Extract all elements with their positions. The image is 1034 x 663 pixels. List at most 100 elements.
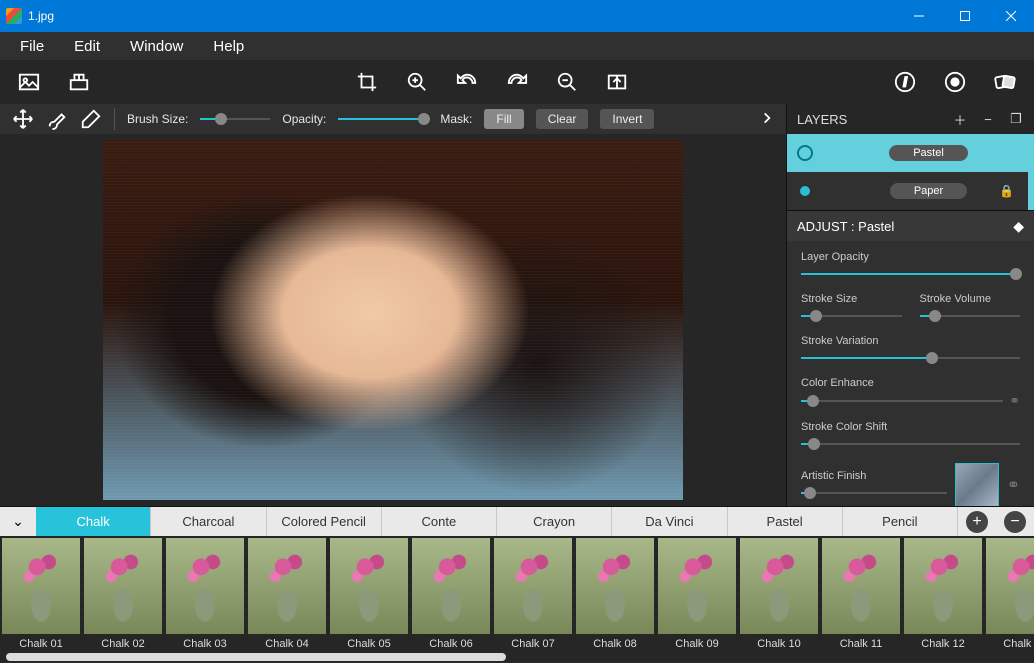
preset-item[interactable]: Chalk 02 xyxy=(82,536,164,662)
layer-stack: Pastel Paper 🔒 xyxy=(787,134,1034,211)
preset-label: Chalk 06 xyxy=(429,638,472,650)
info-icon[interactable]: i xyxy=(894,71,916,93)
preset-thumbnail xyxy=(248,538,326,634)
mask-invert-button[interactable]: Invert xyxy=(600,109,654,129)
menu-window[interactable]: Window xyxy=(118,35,195,58)
layer-opacity-slider[interactable] xyxy=(801,267,1020,281)
color-enhance-label: Color Enhance xyxy=(801,377,874,389)
stroke-volume-slider[interactable] xyxy=(920,309,1021,323)
brush-toolbar: Brush Size: Opacity: Mask: Fill Clear In… xyxy=(0,104,786,134)
save-icon[interactable] xyxy=(68,71,90,93)
preset-scrollbar[interactable] xyxy=(6,653,506,661)
zoom-in-presets-button[interactable]: + xyxy=(966,511,988,533)
layer-opacity-label: Layer Opacity xyxy=(801,251,869,263)
layer-row[interactable]: Paper 🔒 xyxy=(787,172,1034,210)
preset-item[interactable]: Chalk 03 xyxy=(164,536,246,662)
preset-tab[interactable]: Pencil xyxy=(843,507,958,536)
dice-icon[interactable] xyxy=(994,71,1016,93)
preset-item[interactable]: Chalk 01 xyxy=(0,536,82,662)
remove-layer-icon[interactable]: − xyxy=(980,112,996,127)
preset-label: Chalk 12 xyxy=(921,638,964,650)
opacity-label: Opacity: xyxy=(282,112,326,126)
preset-item[interactable]: Chalk 07 xyxy=(492,536,574,662)
preset-thumbnail xyxy=(84,538,162,634)
eraser-icon[interactable] xyxy=(80,108,102,130)
artistic-finish-slider[interactable] xyxy=(801,486,947,500)
layer-row[interactable]: Pastel xyxy=(787,134,1034,172)
preset-label: Chalk 01 xyxy=(19,638,62,650)
zoom-out-icon[interactable] xyxy=(556,71,578,93)
preset-item[interactable]: Chalk 12 xyxy=(902,536,984,662)
redo-icon[interactable] xyxy=(506,71,528,93)
preset-label: Chalk 13 xyxy=(1003,638,1034,650)
preset-strip[interactable]: Chalk 01 Chalk 02 Chalk 03Chalk 04Chalk 05… xyxy=(0,536,1034,662)
preset-tab[interactable]: Pastel xyxy=(728,507,843,536)
close-button[interactable] xyxy=(988,0,1034,32)
maximize-button[interactable] xyxy=(942,0,988,32)
preset-thumbnail xyxy=(494,538,572,634)
preset-label: Chalk 07 xyxy=(511,638,554,650)
brushsize-slider[interactable] xyxy=(200,112,270,126)
svg-text:i: i xyxy=(903,75,907,90)
crop-icon[interactable] xyxy=(356,71,378,93)
menu-edit[interactable]: Edit xyxy=(62,35,112,58)
adjust-header: ADJUST : Pastel ◆ xyxy=(787,211,1034,241)
preset-tab[interactable]: Charcoal xyxy=(151,507,266,536)
move-icon[interactable] xyxy=(12,108,34,130)
preset-item[interactable]: Chalk 05 xyxy=(328,536,410,662)
undo-icon[interactable] xyxy=(456,71,478,93)
adjust-title: ADJUST : Pastel xyxy=(797,219,894,234)
expand-panel-icon[interactable] xyxy=(760,111,774,128)
zoom-in-icon[interactable] xyxy=(406,71,428,93)
preset-tab[interactable]: Conte xyxy=(382,507,497,536)
brush-icon[interactable] xyxy=(46,108,68,130)
tabs-dropdown-icon[interactable]: ⌄ xyxy=(0,513,36,530)
preset-item[interactable]: Chalk 06 xyxy=(410,536,492,662)
stroke-variation-slider[interactable] xyxy=(801,351,1020,365)
artistic-finish-label: Artistic Finish xyxy=(801,470,866,482)
preset-tab[interactable]: Crayon xyxy=(497,507,612,536)
stroke-color-shift-slider[interactable] xyxy=(801,437,1020,451)
preset-thumbnail xyxy=(576,538,654,634)
menu-file[interactable]: File xyxy=(8,35,56,58)
menu-bar: File Edit Window Help xyxy=(0,32,1034,60)
compare-icon[interactable] xyxy=(606,71,628,93)
image-icon[interactable] xyxy=(18,71,40,93)
paint-bucket-icon[interactable]: ◆ xyxy=(1013,218,1024,235)
preset-item[interactable]: Chalk 09 xyxy=(656,536,738,662)
duplicate-layer-icon[interactable]: ❐ xyxy=(1008,111,1024,127)
preset-label: Chalk 02 xyxy=(101,638,144,650)
color-enhance-slider[interactable] xyxy=(801,394,1003,408)
link-icon[interactable]: ⚭ xyxy=(1007,475,1020,495)
preset-tab[interactable]: Chalk xyxy=(36,507,151,536)
preset-item[interactable]: Chalk 11 xyxy=(820,536,902,662)
preset-thumbnail xyxy=(986,538,1034,634)
add-layer-icon[interactable]: ＋ xyxy=(952,110,968,129)
minimize-button[interactable] xyxy=(896,0,942,32)
opacity-slider[interactable] xyxy=(338,112,428,126)
preset-item[interactable]: Chalk 13 xyxy=(984,536,1034,662)
preset-tab[interactable]: Da Vinci xyxy=(612,507,727,536)
layer-opacity-control: Layer Opacity xyxy=(801,251,1020,281)
stroke-volume-label: Stroke Volume xyxy=(920,293,992,305)
link-icon[interactable]: ⚭ xyxy=(1009,393,1020,409)
stroke-size-slider[interactable] xyxy=(801,309,902,323)
canvas[interactable] xyxy=(103,140,683,500)
zoom-out-presets-button[interactable]: − xyxy=(1004,511,1026,533)
mask-clear-button[interactable]: Clear xyxy=(536,109,589,129)
mask-fill-button[interactable]: Fill xyxy=(484,109,523,129)
preset-tab[interactable]: Colored Pencil xyxy=(267,507,382,536)
help-icon[interactable] xyxy=(944,71,966,93)
layer-visibility-icon[interactable] xyxy=(800,186,810,196)
preset-label: Chalk 08 xyxy=(593,638,636,650)
app-icon xyxy=(6,8,22,24)
preset-item[interactable]: Chalk 04 xyxy=(246,536,328,662)
layer-visibility-icon[interactable] xyxy=(797,145,813,161)
preset-item[interactable]: Chalk 10 xyxy=(738,536,820,662)
preset-item[interactable]: Chalk 08 xyxy=(574,536,656,662)
layers-title: LAYERS xyxy=(797,112,847,127)
menu-help[interactable]: Help xyxy=(201,35,256,58)
artistic-finish-preview[interactable] xyxy=(955,463,999,506)
preset-label: Chalk 11 xyxy=(840,638,883,650)
preset-thumbnail xyxy=(658,538,736,634)
